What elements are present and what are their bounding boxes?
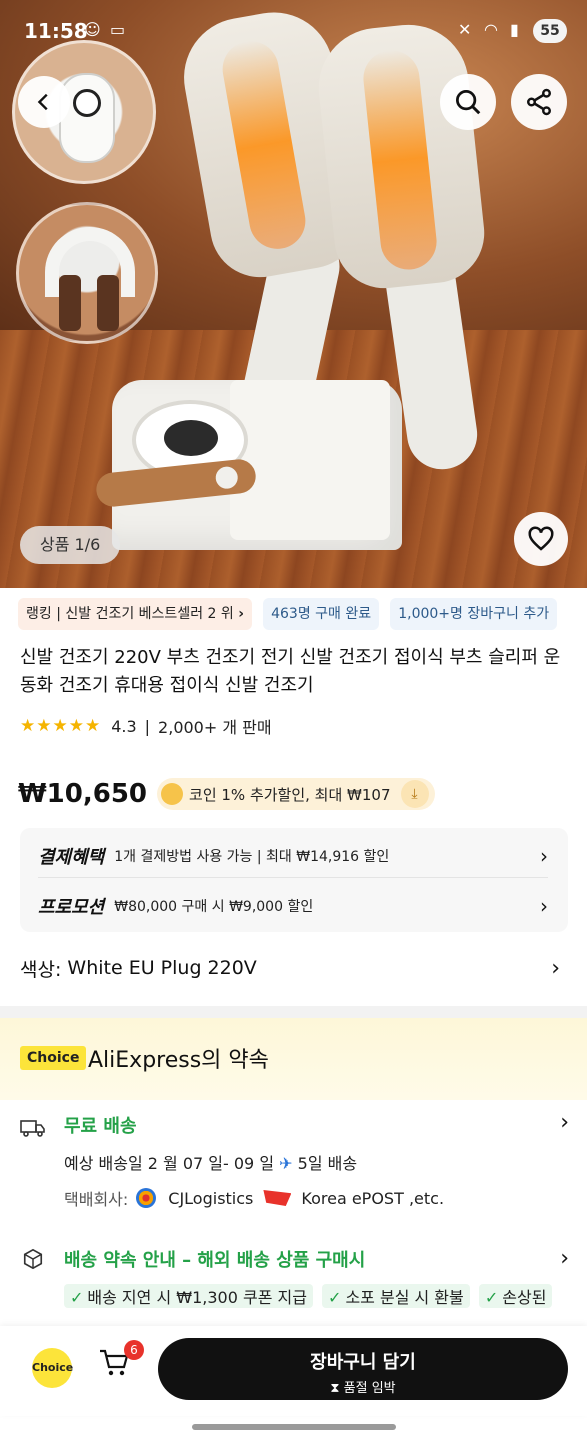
chevron-right-icon: › [540, 894, 548, 918]
epost-logo-icon [263, 1190, 292, 1206]
mute-icon: ✕ [458, 20, 472, 39]
chevron-right-icon[interactable]: › [560, 1246, 569, 1271]
courier-cj: CJLogistics [168, 1188, 254, 1208]
payment-benefit-row[interactable]: 결제혜택 1개 결제방법 사용 가능 | 최대 ₩14,916 할인 › [38, 834, 548, 878]
section-divider [0, 1006, 587, 1018]
guarantee-tag: ✓ 소포 분실 시 환불 [322, 1284, 470, 1308]
courier-epost: Korea ePOST ,etc. [301, 1188, 445, 1208]
promotion-label: 프로모션 [38, 897, 105, 918]
price-row: ₩10,650 코인 1% 추가할인, 최대 ₩107 ⤓ [18, 774, 435, 814]
rating-row[interactable]: ★★★★★ 4.3 | 2,000+ 개 판매 [20, 712, 272, 740]
check-icon: ✓ [484, 1288, 499, 1307]
promise-header: Choice AliExpress의 약속 [0, 1018, 587, 1100]
color-selector[interactable]: 색상: White EU Plug 220V › [20, 950, 568, 986]
airplane-icon: ✈ [279, 1154, 293, 1173]
chevron-right-icon: › [551, 955, 560, 981]
wishlist-button[interactable] [514, 512, 568, 566]
choice-button[interactable]: Choice [32, 1348, 73, 1388]
chevron-right-icon: › [540, 843, 548, 868]
courier-label: 택배회사: [64, 1190, 129, 1209]
add-to-cart-button[interactable]: 장바구니 담기 ⧗ 품절 임박 [158, 1338, 568, 1400]
bottom-action-bar: Choice 6 장바구니 담기 ⧗ 품절 임박 [0, 1326, 587, 1416]
promotion-row[interactable]: 프로모션 ₩80,000 구매 시 ₩9,000 할인 › [38, 884, 548, 928]
back-button[interactable] [18, 76, 70, 128]
coin-icon [161, 783, 184, 805]
star-rating-icon: ★★★★★ [20, 716, 102, 736]
highlight-tags: 랭킹 | 신발 건조기 베스트셀러 2 위 › 463명 구매 완료 1,000… [18, 598, 587, 632]
courier-info: 택배회사: CJLogistics Korea ePOST ,etc. [64, 1186, 444, 1210]
status-time: 11:58 [24, 19, 88, 43]
rating-value: 4.3 [111, 716, 137, 736]
coin-promo-text: 코인 1% 추가할인, 최대 ₩107 [189, 785, 391, 804]
sold-count: 2,000+ 개 판매 [158, 718, 272, 737]
image-counter: 상품 1/6 [20, 526, 121, 564]
voicemail-icon: ▭ [110, 20, 126, 39]
search-button[interactable] [440, 74, 496, 130]
product-image-gallery[interactable]: 상품 1/6 [0, 0, 587, 588]
download-icon[interactable]: ⤓ [400, 780, 429, 808]
notification-icon: ☺ [84, 20, 101, 39]
price: ₩10,650 [18, 779, 148, 809]
share-button[interactable] [511, 74, 567, 130]
truck-icon [20, 1120, 45, 1137]
guarantee-tag: ✓ 배송 지연 시 ₩1,300 쿠폰 지급 [64, 1284, 313, 1308]
payment-benefit-label: 결제혜택 [38, 846, 105, 868]
color-value: White EU Plug 220V [67, 957, 257, 979]
home-indicator[interactable] [192, 1424, 396, 1430]
wifi-icon: ◠ [484, 20, 498, 39]
color-label: 색상: [20, 958, 62, 981]
purchased-tag: 463명 구매 완료 [263, 598, 380, 630]
chevron-left-icon [37, 93, 48, 111]
cart-added-tag: 1,000+명 장바구니 추가 [390, 598, 558, 630]
delivery-guarantee-title[interactable]: 배송 약속 안내 – 해외 배송 상품 구매시 [64, 1246, 365, 1272]
check-icon: ✓ [328, 1288, 342, 1307]
guarantee-tag: ✓ 손상된 [478, 1284, 553, 1308]
free-shipping-title[interactable]: 무료 배송 [64, 1112, 137, 1138]
heart-icon [528, 526, 554, 551]
dryer-body [230, 380, 390, 540]
benefits-box: 결제혜택 1개 결제방법 사용 가능 | 최대 ₩14,916 할인 › 프로모… [20, 828, 568, 932]
choice-badge: Choice [20, 1046, 87, 1070]
share-icon [527, 88, 551, 116]
signal-icon: ▮ [510, 20, 519, 39]
package-icon [23, 1248, 43, 1270]
product-title: 신발 건조기 220V 부츠 건조기 전기 신발 건조기 접이식 부츠 슬리퍼 … [20, 647, 561, 696]
promotion-text: ₩80,000 구매 시 ₩9,000 할인 [114, 899, 314, 915]
battery-indicator: 55 [533, 19, 567, 43]
delivery-estimate: 예상 배송일 2 월 07 일- 09 일 ✈ 5일 배송 [64, 1154, 358, 1173]
inset-image-boots [16, 202, 158, 344]
check-icon: ✓ [70, 1288, 84, 1307]
add-to-cart-label: 장바구니 담기 [310, 1352, 416, 1373]
divider: | [144, 716, 151, 736]
search-icon [456, 90, 481, 115]
chevron-right-icon: › [238, 606, 244, 622]
guarantee-tags: ✓ 배송 지연 시 ₩1,300 쿠폰 지급 ✓ 소포 분실 시 환불 ✓ 손상된 [64, 1284, 587, 1310]
cart-count-badge: 6 [124, 1340, 144, 1360]
stock-warning: ⧗ 품절 임박 [330, 1381, 396, 1396]
coin-discount-pill[interactable]: 코인 1% 추가할인, 최대 ₩107 ⤓ [157, 778, 435, 810]
status-bar: 11:58 ☺ ▭ ✕ ◠ ▮ 55 [0, 0, 587, 60]
promise-title: AliExpress의 약속 [88, 1048, 269, 1073]
payment-benefit-text: 1개 결제방법 사용 가능 | 최대 ₩14,916 할인 [114, 848, 390, 865]
hourglass-icon: ⧗ [330, 1381, 340, 1396]
ranking-tag[interactable]: 랭킹 | 신발 건조기 베스트셀러 2 위 › [18, 598, 252, 630]
chevron-right-icon[interactable]: › [560, 1110, 569, 1135]
cj-logo-icon [136, 1188, 157, 1208]
